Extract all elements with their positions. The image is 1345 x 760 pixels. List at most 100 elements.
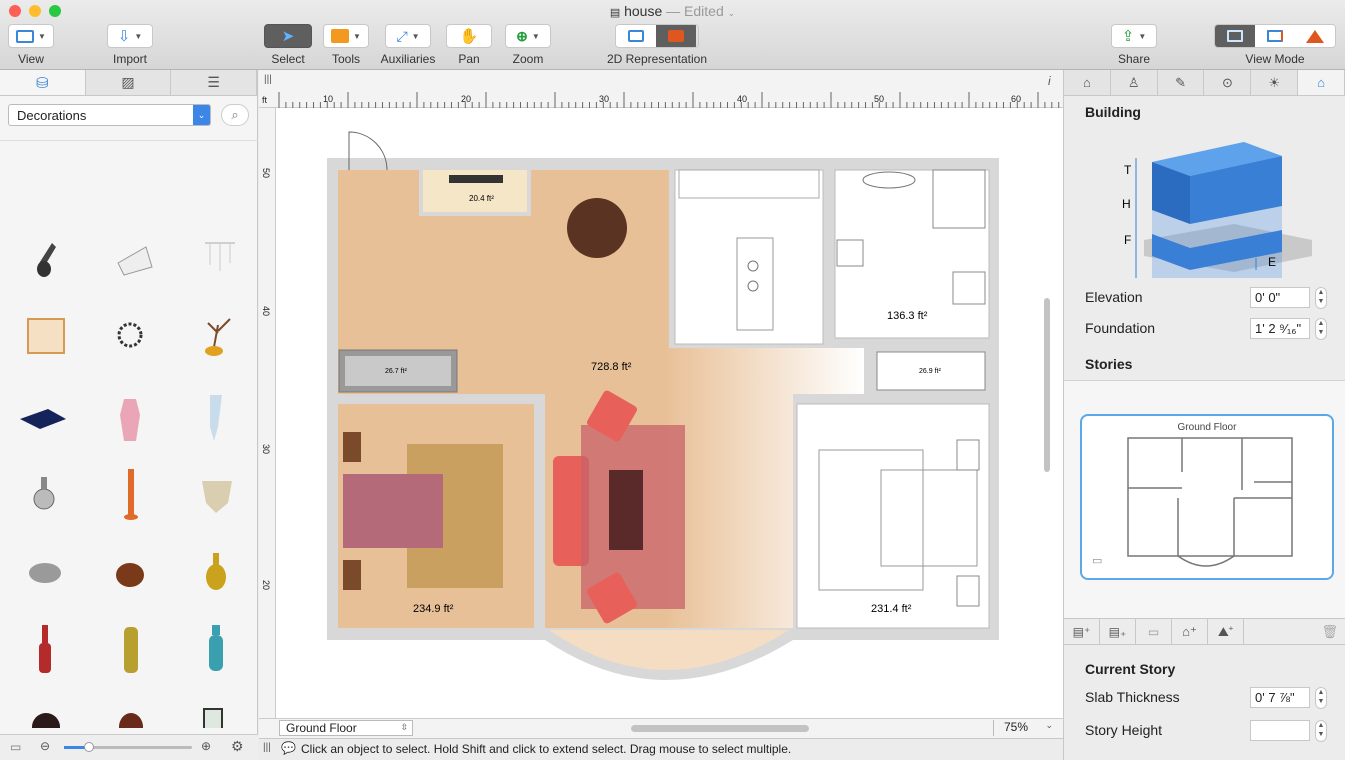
- share-label: Share: [1117, 52, 1151, 66]
- thumb-silver-jar[interactable]: [33, 477, 55, 510]
- thumbnail-size-slider[interactable]: [64, 742, 192, 752]
- slab-thickness-field[interactable]: 0' 7 ⅞": [1250, 687, 1310, 708]
- view-toolbar-item[interactable]: ▼ View: [8, 24, 54, 66]
- representation-toolbar-item[interactable]: 2D Representation: [604, 24, 710, 66]
- view-mode-toolbar-item[interactable]: View Mode: [1210, 24, 1340, 66]
- add-story-above-button[interactable]: ▤⁺: [1064, 619, 1100, 644]
- auxiliaries-button[interactable]: ⤢ ▼: [385, 24, 431, 48]
- import-toolbar-item[interactable]: ⇩ ▼ Import: [106, 24, 154, 66]
- tab-materials[interactable]: ▨: [85, 70, 172, 95]
- tools-button[interactable]: ▼: [323, 24, 369, 48]
- thumb-olive-vase[interactable]: [124, 627, 138, 673]
- thumb-glass-table[interactable]: [27, 318, 65, 354]
- thumb-brown-urn[interactable]: [119, 713, 143, 728]
- zoom-toolbar-item[interactable]: ⊕ ▼ Zoom: [504, 24, 552, 66]
- category-dropdown[interactable]: Decorations ⌄: [8, 104, 211, 126]
- slab-thickness-stepper[interactable]: ▲ ▼: [1315, 687, 1327, 709]
- floor-selector[interactable]: Ground Floor ⇳: [279, 720, 413, 736]
- thumb-black-urn[interactable]: [32, 713, 60, 728]
- dining-table[interactable]: [567, 198, 627, 258]
- split-view-segment[interactable]: [1255, 25, 1295, 47]
- thumb-yellow-amphora[interactable]: [206, 553, 226, 590]
- plan-view-segment[interactable]: [1215, 25, 1255, 47]
- add-story-below-button[interactable]: ▤₊: [1100, 619, 1136, 644]
- tab-object[interactable]: ⌂: [1064, 70, 1111, 95]
- foundation-value: 1' 2 ⁹⁄₁₆": [1255, 321, 1302, 336]
- select-button[interactable]: ➤: [264, 24, 312, 48]
- vertical-scrollbar[interactable]: [1044, 298, 1050, 472]
- thumb-glass-lantern[interactable]: [203, 708, 223, 728]
- elevation-stepper[interactable]: ▲ ▼: [1315, 287, 1327, 309]
- pan-toolbar-item[interactable]: ✋ Pan: [446, 24, 492, 66]
- thumb-pink-vase[interactable]: [120, 399, 140, 441]
- image-icon[interactable]: ▭: [10, 740, 21, 754]
- share-button[interactable]: ⇪ ▼: [1111, 24, 1157, 48]
- thumb-red-bottle[interactable]: [39, 625, 51, 673]
- zoom-out-icon[interactable]: ⊖: [40, 739, 50, 753]
- foundation-stepper[interactable]: ▲ ▼: [1315, 318, 1327, 340]
- view-mode-segmented-control[interactable]: [1214, 24, 1336, 48]
- tab-light[interactable]: ☀: [1251, 70, 1299, 95]
- plan-view-icon: [1227, 30, 1243, 42]
- thumb-vase-black[interactable]: [37, 243, 56, 277]
- story-height-field[interactable]: [1250, 720, 1310, 741]
- story-height-stepper[interactable]: ▲ ▼: [1315, 720, 1327, 742]
- 3d-render-segment[interactable]: [656, 25, 696, 47]
- thumb-teal-vase[interactable]: [209, 625, 223, 671]
- tab-stamp[interactable]: ♙: [1110, 70, 1158, 95]
- library-search-button[interactable]: ⌕: [221, 104, 249, 126]
- floor-plan[interactable]: 20.4 ft² 728.8 ft² 136.3 ft² 26.7 ft² 26…: [259, 70, 1063, 738]
- horizontal-scrollbar[interactable]: [631, 725, 809, 732]
- room-kitchen[interactable]: [674, 169, 824, 345]
- thumb-blue-tray[interactable]: [20, 409, 66, 429]
- zoom-selector[interactable]: 75% ⌄: [993, 720, 1057, 736]
- thumb-brown-pot[interactable]: [116, 563, 144, 587]
- share-toolbar-item[interactable]: ⇪ ▼ Share: [1110, 24, 1158, 66]
- delete-story-button[interactable]: 🗑: [1244, 619, 1345, 644]
- representation-segmented-control[interactable]: [615, 24, 699, 48]
- plan-canvas[interactable]: ||| i ft 10 20 30 40 50 60 50 40 30 20 1…: [259, 70, 1063, 738]
- thumb-metal-flower[interactable]: [117, 322, 143, 348]
- foundation-field[interactable]: 1' 2 ⁹⁄₁₆": [1250, 318, 1310, 339]
- tab-building[interactable]: ⌂: [1298, 70, 1345, 95]
- 2d-plan-segment[interactable]: [616, 25, 656, 47]
- title-bar: ▤ house — Edited ⌄ ▼ View ⇩ ▼ Import ➤ Se…: [0, 0, 1345, 70]
- edited-indicator: — Edited: [666, 3, 724, 19]
- select-toolbar-item[interactable]: ➤ Select: [263, 24, 313, 66]
- area-label-bathroom: 136.3 ft²: [887, 310, 928, 322]
- import-button[interactable]: ⇩ ▼: [107, 24, 153, 48]
- pan-button[interactable]: ✋: [446, 24, 492, 48]
- thumb-orange-candlestick[interactable]: [124, 469, 138, 520]
- 3d-view-segment[interactable]: [1295, 25, 1335, 47]
- tab-camera[interactable]: ⊙: [1204, 70, 1252, 95]
- zoom-button[interactable]: ⊕ ▼: [505, 24, 551, 48]
- pencil-icon: ✎: [1175, 74, 1187, 90]
- add-terrain-button[interactable]: ⛰⁺: [1208, 619, 1244, 644]
- zoom-in-icon[interactable]: ⊕: [201, 739, 211, 753]
- story-foundation-button[interactable]: ▭: [1136, 619, 1172, 644]
- tab-furniture[interactable]: ⛁: [0, 70, 86, 95]
- pan-label: Pan: [458, 52, 480, 66]
- room-closet[interactable]: [419, 170, 531, 216]
- view-button[interactable]: ▼: [8, 24, 54, 48]
- auxiliaries-toolbar-item[interactable]: ⤢ ▼ Auxiliaries: [380, 24, 436, 66]
- add-roof-button[interactable]: ⌂⁺: [1172, 619, 1208, 644]
- tools-toolbar-item[interactable]: ▼ Tools: [322, 24, 370, 66]
- thumb-bonsai-tree[interactable]: [205, 318, 231, 356]
- coffee-table[interactable]: [609, 470, 643, 550]
- thumb-clear-vase[interactable]: [210, 395, 222, 441]
- slab-thickness-label: Slab Thickness: [1085, 689, 1180, 705]
- tab-edit[interactable]: ✎: [1157, 70, 1205, 95]
- tab-list[interactable]: ☰: [171, 70, 258, 95]
- thumb-folded-fan[interactable]: [117, 246, 153, 276]
- story-card-ground-floor[interactable]: Ground Floor ▭: [1080, 414, 1334, 580]
- room-bedroom-right[interactable]: [796, 403, 990, 629]
- elevation-field[interactable]: 0' 0": [1250, 287, 1310, 308]
- canvas-bottom-bar: Ground Floor ⇳ 75% ⌄: [259, 718, 1063, 738]
- room-bedroom-left[interactable]: [338, 404, 534, 628]
- thumb-beige-vase[interactable]: [202, 481, 232, 513]
- thumb-grey-bowl[interactable]: [29, 563, 61, 583]
- gear-icon[interactable]: ⚙: [231, 738, 244, 755]
- thumb-chandelier-crystals[interactable]: [205, 242, 235, 271]
- category-value: Decorations: [17, 108, 87, 123]
